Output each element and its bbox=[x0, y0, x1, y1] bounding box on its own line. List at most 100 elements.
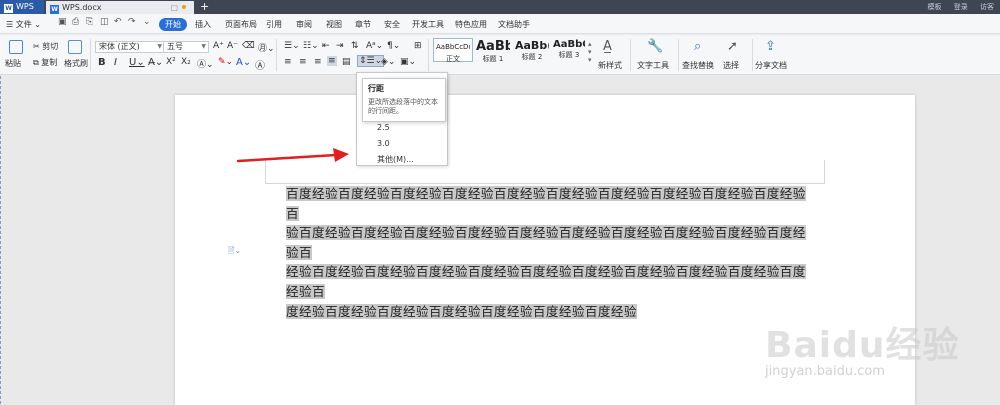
line-spacing-option-3-0[interactable]: 3.0 bbox=[377, 139, 390, 148]
share-icon[interactable]: ⇪ bbox=[765, 39, 776, 54]
align-left-icon[interactable]: ≡ bbox=[284, 57, 292, 67]
font-name-value: 宋体 (正文) bbox=[99, 42, 140, 51]
text-tools-icon[interactable]: 🔧 bbox=[647, 39, 663, 54]
align-center-icon[interactable]: ≡ bbox=[299, 57, 307, 67]
clear-format-icon[interactable]: ⌫ bbox=[242, 41, 255, 51]
table-icon[interactable]: ⊞ bbox=[414, 41, 422, 51]
decrease-indent-icon[interactable]: ⇤ bbox=[322, 41, 330, 51]
undo-icon[interactable]: ↶ bbox=[114, 17, 122, 27]
template-link[interactable]: 模板 bbox=[928, 3, 942, 11]
title-bar: W WPS W WPS.docx ▢ + 模板 登录 访客 bbox=[0, 0, 1000, 14]
sort-icon[interactable]: ⇅ bbox=[351, 41, 359, 51]
document-body-text[interactable]: 百度经验百度经验百度经验百度经验百度经验百度经验百度经验百度经验百度经验百度经验… bbox=[286, 184, 806, 321]
chinese-layout-icon[interactable]: Aᵃ⌄ bbox=[366, 41, 383, 51]
italic-button[interactable]: I bbox=[114, 57, 117, 68]
format-painter-button[interactable]: 格式刷 bbox=[64, 58, 88, 69]
tab-doc-assistant[interactable]: 文档助手 bbox=[498, 18, 530, 31]
justify-icon[interactable]: ≡ bbox=[327, 56, 337, 66]
titlebar-right: 模板 登录 访客 bbox=[918, 0, 994, 14]
print-preview-icon[interactable]: ◫ bbox=[100, 17, 109, 27]
highlight-icon[interactable]: ✎⌄ bbox=[218, 57, 233, 67]
style-heading-3[interactable]: AaBbC( 标题 3 bbox=[551, 38, 587, 62]
paste-icon[interactable] bbox=[9, 40, 23, 54]
font-name-select[interactable]: 宋体 (正文) ▼ bbox=[95, 41, 165, 53]
style-heading-2-sample: AaBb( bbox=[515, 39, 549, 52]
tab-review[interactable]: 审阅 bbox=[296, 18, 312, 31]
shrink-font-icon[interactable]: A⁻ bbox=[227, 41, 238, 51]
bold-button[interactable]: B bbox=[98, 57, 106, 68]
bullet-list-icon[interactable]: ☰⌄ bbox=[284, 41, 300, 51]
ribbon-separator bbox=[276, 39, 277, 71]
increase-indent-icon[interactable]: ⇥ bbox=[336, 41, 344, 51]
tab-references[interactable]: 引用 bbox=[266, 18, 282, 31]
file-menu-label: 文件 bbox=[15, 20, 32, 29]
tab-features[interactable]: 特色应用 bbox=[455, 18, 487, 31]
distribute-icon[interactable]: ▤ bbox=[342, 57, 351, 67]
export-pdf-icon[interactable]: ⎙ bbox=[72, 17, 79, 27]
align-right-icon[interactable]: ≡ bbox=[314, 57, 322, 67]
text-tools-button[interactable]: 文字工具 bbox=[637, 60, 669, 71]
tab-page-layout[interactable]: 页面布局 bbox=[225, 18, 257, 31]
superscript-button[interactable]: X² bbox=[166, 57, 176, 67]
tab-security[interactable]: 安全 bbox=[384, 18, 400, 31]
tab-home[interactable]: 开始 bbox=[159, 18, 187, 31]
ribbon-separator bbox=[428, 39, 429, 71]
style-heading-1[interactable]: AaBb 标题 1 bbox=[474, 38, 512, 63]
numbered-list-icon[interactable]: ☷⌄ bbox=[303, 41, 319, 51]
tab-insert[interactable]: 插入 bbox=[195, 18, 211, 31]
line-spacing-option-2-5[interactable]: 2.5 bbox=[377, 123, 390, 132]
show-marks-icon[interactable]: ¶⌄ bbox=[387, 41, 400, 51]
save-icon[interactable]: ▣ bbox=[58, 17, 67, 27]
style-heading-2[interactable]: AaBb( 标题 2 bbox=[513, 38, 551, 62]
borders-icon[interactable]: ▣⌄ bbox=[400, 57, 416, 67]
tooltip-description: 更改所选段落中的文本的行间距。 bbox=[368, 98, 438, 115]
find-replace-button[interactable]: 查找替换 bbox=[682, 60, 714, 71]
wps-home-tab[interactable]: W WPS bbox=[0, 0, 44, 14]
underline-button[interactable]: U⌄ bbox=[129, 57, 145, 68]
text-effect-icon[interactable]: Ⓐ⌄ bbox=[197, 57, 214, 70]
copy-button[interactable]: ⧉ 复制 bbox=[33, 57, 57, 68]
paragraph-handle-icon[interactable]: 🗎⌄ bbox=[228, 245, 241, 259]
ribbon-separator bbox=[752, 39, 753, 71]
print-icon[interactable]: ⎘ bbox=[86, 17, 93, 27]
tab-developer[interactable]: 开发工具 bbox=[412, 18, 444, 31]
document-tab[interactable]: W WPS.docx ▢ bbox=[46, 1, 194, 14]
file-menu[interactable]: ☰ 文件 ⌄ bbox=[6, 18, 41, 31]
new-style-button[interactable]: 新样式 bbox=[598, 60, 622, 71]
share-doc-button[interactable]: 分享文档 bbox=[755, 60, 787, 71]
redo-icon[interactable]: ↷ bbox=[128, 17, 136, 27]
left-edge-marker bbox=[0, 76, 1, 404]
pin-icon[interactable]: ▢ bbox=[170, 1, 178, 14]
grow-font-icon[interactable]: A⁺ bbox=[213, 41, 224, 51]
pinyin-icon[interactable]: ㊊⌄ bbox=[258, 41, 275, 54]
red-arrow-annotation bbox=[236, 148, 349, 163]
ribbon-separator bbox=[630, 39, 631, 71]
char-shading-icon[interactable]: Ⓐ bbox=[255, 57, 265, 72]
font-size-select[interactable]: 五号 ▼ bbox=[163, 41, 209, 53]
line-spacing-more-option[interactable]: 其他(M)... bbox=[377, 154, 414, 165]
styles-scroll-icon[interactable]: ▴ ▾ ▾ bbox=[588, 40, 592, 64]
tab-view[interactable]: 视图 bbox=[326, 18, 342, 31]
paste-button[interactable]: 粘贴 bbox=[5, 58, 21, 69]
quick-access-more-icon[interactable]: ⌄ bbox=[143, 17, 151, 27]
font-color-icon[interactable]: A⌄ bbox=[236, 57, 251, 68]
login-link[interactable]: 登录 bbox=[954, 3, 968, 11]
cut-button[interactable]: ✂ 剪切 bbox=[33, 41, 58, 52]
ribbon-separator bbox=[678, 39, 679, 71]
baidu-jingyan-watermark: Baidu经验 jingyan.baidu.com bbox=[765, 316, 990, 386]
style-normal[interactable]: AaBbCcDd 正文 bbox=[433, 38, 473, 63]
menu-bar: ☰ 文件 ⌄ ▣ ⎙ ⎘ ◫ ↶ ↷ ⌄ 开始 插入 页面布局 引用 审阅 视图… bbox=[0, 14, 1000, 34]
tab-chapter[interactable]: 章节 bbox=[355, 18, 371, 31]
select-button[interactable]: 选择 bbox=[723, 60, 739, 71]
find-replace-icon[interactable]: ⌕ bbox=[694, 39, 701, 54]
format-painter-icon[interactable] bbox=[68, 40, 82, 54]
shading-icon[interactable]: ◈⌄ bbox=[381, 57, 395, 67]
new-tab-button[interactable]: + bbox=[200, 0, 209, 13]
guest-link[interactable]: 访客 bbox=[980, 3, 994, 11]
strikethrough-button[interactable]: A̶⌄ bbox=[148, 57, 163, 68]
document-tab-label: WPS.docx bbox=[62, 3, 102, 12]
select-cursor-icon[interactable]: ➚ bbox=[727, 39, 738, 54]
new-style-icon[interactable]: A̲ bbox=[603, 39, 612, 54]
style-normal-label: 正文 bbox=[446, 55, 460, 63]
subscript-button[interactable]: X₂ bbox=[181, 57, 191, 67]
